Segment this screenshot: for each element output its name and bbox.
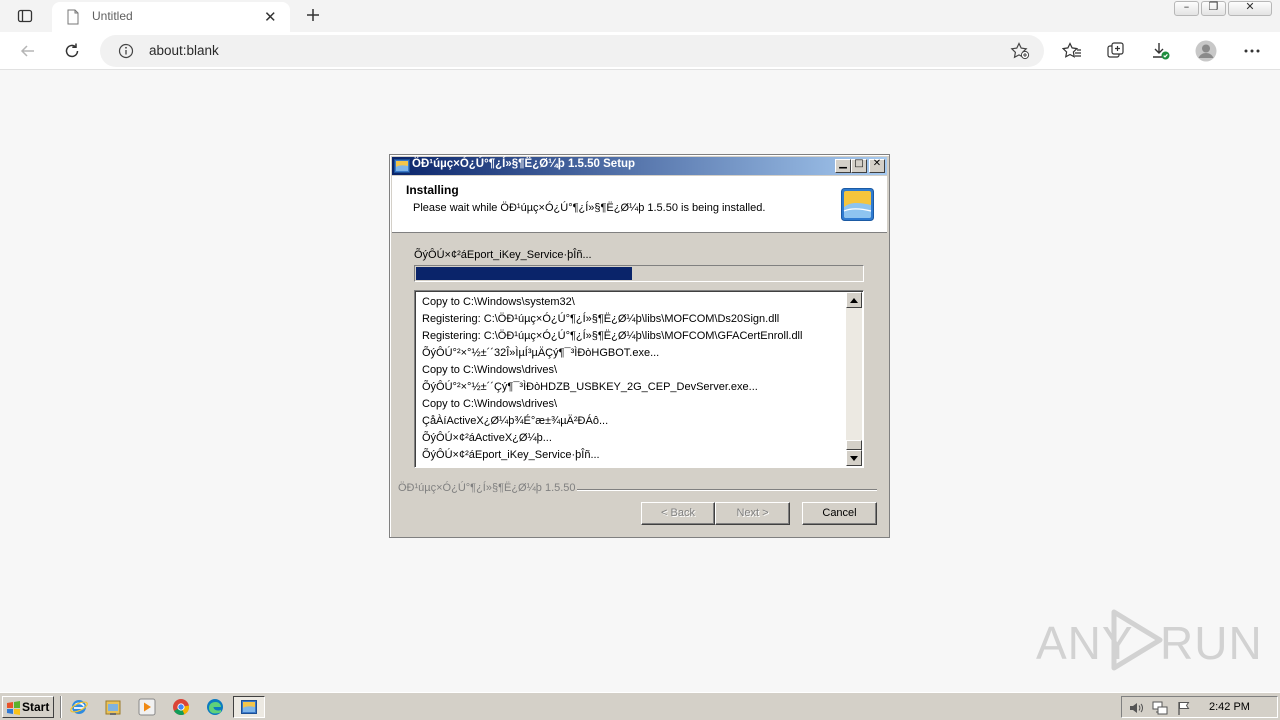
play-icon bbox=[1108, 608, 1166, 676]
page-heading: Installing bbox=[406, 183, 459, 197]
dialog-minimize-button[interactable]: ▁ bbox=[835, 158, 851, 173]
page-subtext: Please wait while ÖÐ¹úµç×Ó¿Ú°¶¿Í»§¶Ë¿Ø¼þ… bbox=[413, 202, 766, 214]
cancel-button[interactable]: Cancel bbox=[802, 502, 877, 525]
install-log-list[interactable]: Copy to C:\Windows\system32\ Registering:… bbox=[414, 290, 864, 468]
scroll-down-icon[interactable] bbox=[846, 450, 862, 466]
minimize-button[interactable]: – bbox=[1174, 0, 1199, 16]
next-button[interactable]: Next > bbox=[715, 502, 790, 525]
log-line: Registering: C:\ÖÐ¹úµç×Ó¿Ú°¶¿Í»§¶Ë¿Ø¼þ\l… bbox=[422, 313, 780, 325]
log-line: ÕýÔÚ°²×°½±´´Çý¶¯³ÌÐòHDZB_USBKEY_2G_CEP_D… bbox=[422, 381, 758, 393]
flag-icon[interactable] bbox=[1176, 700, 1192, 716]
edge-icon[interactable] bbox=[206, 698, 224, 716]
setup-dialog: ÖÐ¹úµç×Ó¿Ú°¶¿Í»§¶Ë¿Ø¼þ 1.5.50 Setup ▁ □ … bbox=[389, 154, 890, 538]
folder-icon[interactable] bbox=[104, 698, 122, 716]
network-icon[interactable] bbox=[1152, 700, 1168, 716]
close-window-button[interactable]: ✕ bbox=[1228, 0, 1272, 16]
install-progress-bar bbox=[414, 265, 864, 282]
avatar[interactable] bbox=[1195, 40, 1217, 62]
start-label: Start bbox=[22, 700, 50, 714]
log-line: ÕýÔÚ°²×°½±´´32Î»ÌµÍ³µÄÇý¶¯³ÌÐòHGBOT.exe.… bbox=[422, 347, 660, 359]
dialog-caption-buttons: ▁ □ ✕ bbox=[835, 158, 885, 173]
more-icon[interactable] bbox=[1242, 41, 1262, 61]
browser-toolbar: about:blank bbox=[0, 32, 1280, 70]
page-icon bbox=[66, 9, 80, 29]
installer-task-icon bbox=[241, 699, 257, 719]
log-line: Copy to C:\Windows\drives\ bbox=[422, 364, 558, 376]
system-tray: 2:42 PM bbox=[1121, 696, 1278, 718]
installer-logo-icon bbox=[841, 188, 874, 221]
log-scrollbar[interactable] bbox=[846, 292, 862, 466]
volume-icon[interactable] bbox=[1128, 700, 1144, 716]
taskbar-setup-task[interactable] bbox=[233, 696, 265, 718]
address-bar[interactable]: about:blank bbox=[100, 35, 1044, 67]
dialog-title: ÖÐ¹úµç×Ó¿Ú°¶¿Í»§¶Ë¿Ø¼þ 1.5.50 Setup bbox=[412, 158, 636, 170]
tab-title: Untitled bbox=[92, 9, 133, 23]
dialog-title-bar[interactable]: ÖÐ¹úµç×Ó¿Ú°¶¿Í»§¶Ë¿Ø¼þ 1.5.50 Setup ▁ □ … bbox=[392, 157, 887, 175]
plus-icon[interactable] bbox=[302, 4, 324, 26]
media-player-icon[interactable] bbox=[138, 698, 156, 716]
restore-button[interactable]: ❐ bbox=[1201, 0, 1226, 16]
start-button[interactable]: Start bbox=[2, 696, 54, 718]
log-line: ÕýÔÚ×¢²áActiveX¿Ø¼þ... bbox=[422, 432, 552, 444]
taskbar-separator bbox=[60, 696, 62, 718]
download-icon[interactable] bbox=[1151, 41, 1171, 61]
anyrun-watermark: ANY RUN bbox=[1036, 606, 1262, 676]
windows-logo-icon bbox=[6, 700, 21, 719]
watermark-run: RUN bbox=[1160, 617, 1263, 669]
window-controls: – ❐ ✕ bbox=[1172, 0, 1272, 16]
browser-tab-strip: Untitled ✕ – ❐ ✕ bbox=[0, 0, 1280, 32]
info-icon[interactable] bbox=[118, 43, 134, 63]
back-button[interactable]: < Back bbox=[641, 502, 715, 525]
ie-icon[interactable] bbox=[70, 698, 88, 716]
dialog-maximize-button[interactable]: □ bbox=[851, 158, 867, 173]
dialog-close-button[interactable]: ✕ bbox=[869, 158, 885, 173]
clock: 2:42 PM bbox=[1209, 701, 1250, 713]
back-arrow-icon[interactable] bbox=[17, 40, 39, 62]
scroll-thumb[interactable] bbox=[846, 440, 862, 450]
log-line: ÇåÀíActiveX¿Ø¼þ¾É°æ±¾µÄ²ÐÁô... bbox=[422, 415, 609, 427]
browser-tab[interactable]: Untitled ✕ bbox=[52, 2, 290, 32]
address-text[interactable]: about:blank bbox=[149, 43, 219, 58]
favorites-icon[interactable] bbox=[1062, 41, 1082, 61]
branding-divider bbox=[577, 489, 877, 491]
collections-icon[interactable] bbox=[1106, 41, 1126, 61]
log-line: Copy to C:\Windows\drives\ bbox=[422, 398, 558, 410]
progress-fill bbox=[416, 267, 632, 280]
chrome-icon[interactable] bbox=[172, 698, 190, 716]
star-plus-icon[interactable] bbox=[1010, 42, 1030, 64]
refresh-icon[interactable] bbox=[61, 40, 83, 62]
log-line: Registering: C:\ÖÐ¹úµç×Ó¿Ú°¶¿Í»§¶Ë¿Ø¼þ\l… bbox=[422, 330, 803, 342]
scroll-up-icon[interactable] bbox=[846, 292, 862, 308]
install-status-text: ÕýÔÚ×¢²áEport_iKey_Service·þÎñ... bbox=[414, 249, 592, 261]
dialog-header: Installing Please wait while ÖÐ¹úµç×Ó¿Ú°… bbox=[392, 176, 887, 233]
log-line: Copy to C:\Windows\system32\ bbox=[422, 296, 575, 308]
installer-branding: ÖÐ¹úµç×Ó¿Ú°¶¿Í»§¶Ë¿Ø¼þ 1.5.50 bbox=[398, 482, 576, 494]
taskbar: Start 2:42 PM bbox=[0, 692, 1280, 720]
log-lines: Copy to C:\Windows\system32\ Registering:… bbox=[422, 294, 842, 464]
installer-app-icon bbox=[394, 158, 410, 174]
close-tab-icon[interactable]: ✕ bbox=[264, 8, 277, 26]
tab-actions-icon[interactable] bbox=[12, 5, 38, 27]
log-line: ÕýÔÚ×¢²áEport_iKey_Service·þÎñ... bbox=[422, 449, 600, 461]
